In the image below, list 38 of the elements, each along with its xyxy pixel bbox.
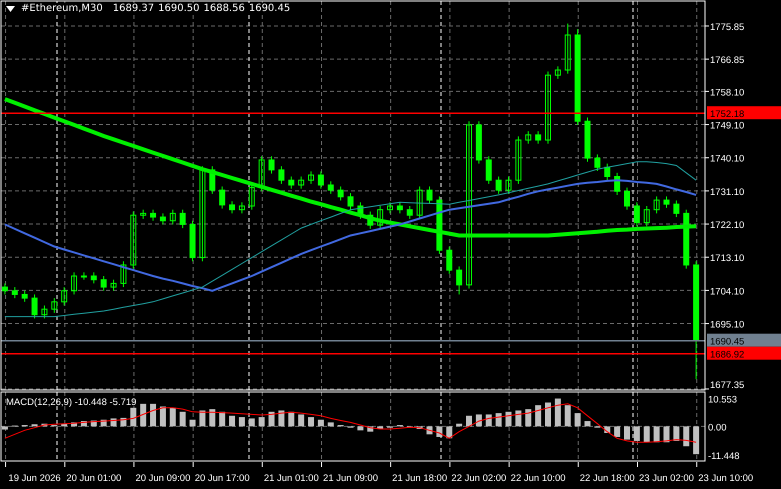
symbol-label: #Ethereum,M30 [21, 3, 103, 14]
price-axis-label: 1713.10 [710, 253, 744, 264]
price-axis-label: 1740.10 [710, 154, 744, 165]
price-axis-label: 1704.10 [710, 286, 744, 298]
time-axis-label: 23 Jun 10:00 [698, 473, 754, 484]
price-axis-label: 1749.10 [710, 120, 744, 132]
price-quote: 1690.50 [158, 3, 200, 14]
price-axis-label: 1722.10 [710, 220, 744, 232]
macd-label: MACD(12,26,9) -10.448 -5.719 [6, 397, 136, 408]
time-axis-label: 21 Jun 18:00 [392, 473, 448, 484]
time-axis-label: 20 Jun 09:00 [135, 473, 190, 484]
time-axis-label: 20 Jun 01:00 [66, 473, 122, 484]
time-axis-label: 19 Jun 2026 [8, 473, 61, 484]
price-level-label: 1690.45 [707, 334, 781, 348]
price-quote: 1689.37 [112, 3, 154, 14]
time-axis-label: 22 Jun 18:00 [580, 473, 635, 484]
price-level-label: 1686.92 [707, 346, 781, 361]
macd-axis-label: -11.448 [708, 451, 740, 462]
price-quote: 1690.45 [248, 3, 290, 14]
price-axis-label: 1775.85 [710, 22, 744, 33]
price-axis-label: 1766.85 [710, 55, 744, 66]
price-quote: 1688.56 [203, 3, 245, 14]
ref-line-label: 1690.45 [710, 336, 744, 348]
macd-axis-label: 10.553 [708, 394, 738, 406]
price-axis-label: 1758.10 [710, 87, 744, 98]
time-axis-label: 22 Jun 02:00 [451, 473, 506, 484]
price-axis-label: 1677.35 [710, 380, 744, 391]
time-axis-label: 23 Jun 02:00 [639, 473, 694, 484]
time-axis-label: 21 Jun 09:00 [323, 473, 378, 484]
ref-line-label: 1752.18 [710, 109, 744, 120]
price-axis-label: 1695.10 [710, 320, 744, 331]
time-axis-label: 20 Jun 17:00 [194, 473, 250, 484]
price-level-label: 1752.18 [707, 106, 781, 120]
time-axis-label: 22 Jun 10:00 [510, 473, 566, 484]
macd-axis-label: 0.00 [708, 422, 726, 434]
price-axis-label: 1731.10 [710, 186, 744, 198]
ref-line-label: 1686.92 [710, 350, 744, 361]
time-axis-label: 21 Jun 01:00 [264, 473, 319, 484]
